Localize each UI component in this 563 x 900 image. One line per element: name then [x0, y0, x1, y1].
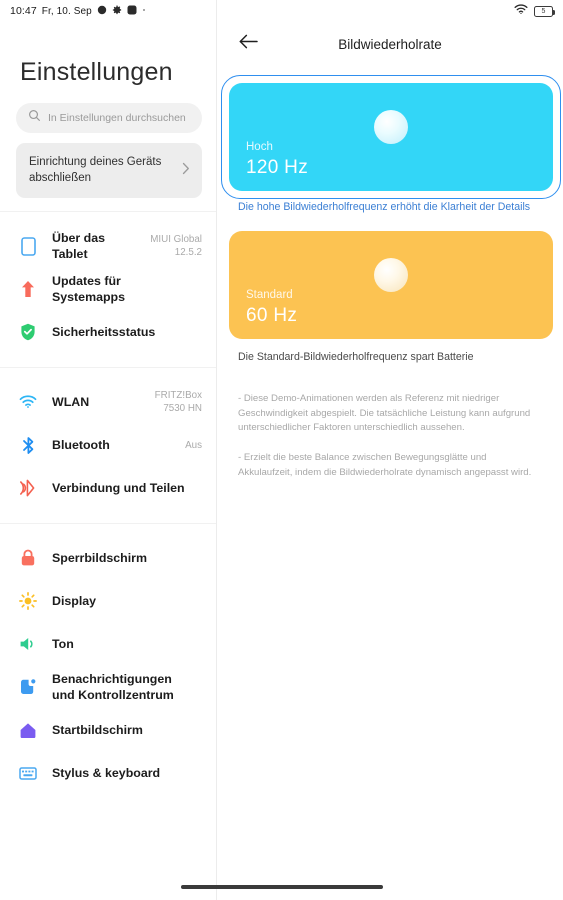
option-high-wrapper: Hoch 120 Hz	[221, 75, 561, 199]
option-rate-high: 120 Hz	[246, 157, 309, 178]
share-connection-icon	[18, 478, 38, 498]
sidebar-item-label: Updates für Systemapps	[52, 273, 126, 305]
sidebar-item-display[interactable]: Display	[0, 580, 216, 623]
sidebar-item-label: Verbindung und Teilen	[52, 480, 185, 495]
tablet-screen: 10:47 Fr, 10. Sep 5 Einstellungen In Ein…	[0, 0, 563, 900]
search-icon	[28, 109, 41, 127]
chevron-right-icon	[182, 162, 190, 178]
setup-device-card[interactable]: Einrichtung deines Geräts abschließen	[16, 143, 202, 198]
home-icon	[18, 720, 38, 740]
refresh-rate-option-standard[interactable]: Standard 60 Hz	[229, 231, 553, 340]
sidebar-group-network: WLAN FRITZ!Box 7530 HN Bluetooth Aus Ver…	[0, 381, 216, 510]
app-icon	[127, 5, 137, 18]
refresh-rate-options: Hoch 120 Hz Die hohe Bildwiederholfreque…	[217, 66, 563, 481]
brightness-icon	[18, 591, 38, 611]
option-rate-standard: 60 Hz	[246, 305, 298, 327]
home-indicator[interactable]	[180, 884, 383, 889]
shield-check-icon	[18, 322, 38, 342]
keyboard-icon	[18, 763, 38, 783]
settings-sidebar: Einstellungen In Einstellungen durchsuch…	[0, 0, 217, 900]
option-label-standard: Standard	[246, 289, 293, 302]
sidebar-divider	[0, 522, 216, 524]
refresh-rate-option-high[interactable]: Hoch 120 Hz	[229, 83, 553, 191]
sidebar-group-system: Sperrbildschirm Display Ton Benachrichti…	[0, 537, 216, 795]
speaker-icon	[18, 634, 38, 654]
sidebar-item-label: Startbildschirm	[52, 722, 143, 737]
sidebar-group-device: Über das Tablet MIUI Global 12.5.2 Updat…	[0, 225, 216, 354]
battery-level: 5	[541, 7, 546, 15]
bluetooth-icon	[18, 435, 38, 455]
main-topbar: Bildwiederholrate	[217, 22, 563, 66]
back-button[interactable]	[231, 27, 265, 61]
main-page-title: Bildwiederholrate	[338, 36, 442, 52]
lock-icon	[18, 548, 38, 568]
sidebar-item-home-screen[interactable]: Startbildschirm	[0, 709, 216, 752]
sidebar-item-label: Sicherheitsstatus	[52, 324, 156, 339]
option-standard-wrapper: Standard 60 Hz	[229, 231, 553, 340]
sidebar-item-security-status[interactable]: Sicherheitsstatus	[0, 311, 216, 354]
sidebar-item-label: Stylus & keyboard	[52, 765, 161, 780]
sidebar-item-about-tablet[interactable]: Über das Tablet MIUI Global 12.5.2	[0, 225, 216, 268]
option-caption-high: Die hohe Bildwiederholfrequenz erhöht di…	[238, 201, 531, 213]
option-label-high: Hoch	[246, 141, 273, 153]
search-input[interactable]: In Einstellungen durchsuchen	[16, 103, 202, 133]
gear-icon	[112, 5, 122, 18]
sidebar-item-notifications[interactable]: Benachrichtigungen und Kontrollzentrum	[0, 666, 216, 709]
arrow-left-icon	[239, 34, 258, 54]
animation-ball-standard	[374, 258, 408, 293]
dot-icon	[142, 5, 146, 18]
footnote: - Diese Demo-Animationen werden als Refe…	[238, 392, 531, 434]
moon-icon	[97, 5, 107, 18]
footnote: - Erzielt die beste Balance zwischen Bew…	[238, 452, 532, 479]
option-caption-standard: Die Standard-Bildwiederholfrequenz spart…	[238, 351, 474, 364]
sidebar-item-stylus-keyboard[interactable]: Stylus & keyboard	[0, 752, 216, 795]
notification-icon	[18, 677, 38, 697]
main-panel: Bildwiederholrate Hoch 120 Hz Die hohe B…	[217, 0, 563, 900]
sidebar-item-connection-sharing[interactable]: Verbindung und Teilen	[0, 467, 216, 510]
wifi-icon	[514, 2, 528, 20]
sidebar-item-label: Über das Tablet	[52, 230, 106, 262]
sidebar-item-label: Display	[52, 593, 97, 608]
battery-icon: 5	[534, 5, 556, 17]
wifi-icon	[18, 392, 38, 412]
arrow-up-icon	[18, 279, 38, 299]
sidebar-item-label: WLAN	[52, 394, 90, 409]
page-title: Einstellungen	[20, 58, 173, 86]
sidebar-item-value: FRITZ!Box 7530 HN	[154, 390, 202, 415]
status-date: Fr, 10. Sep	[41, 5, 92, 17]
sidebar-item-wlan[interactable]: WLAN FRITZ!Box 7530 HN	[0, 381, 216, 424]
sidebar-item-value: MIUI Global 12.5.2	[150, 234, 202, 259]
sidebar-item-label: Ton	[52, 636, 74, 651]
sidebar-item-sound[interactable]: Ton	[0, 623, 216, 666]
setup-device-label: Einrichtung deines Geräts abschließen	[29, 156, 162, 185]
status-time: 10:47	[10, 5, 37, 17]
search-placeholder: In Einstellungen durchsuchen	[48, 112, 186, 124]
sidebar-item-label: Bluetooth	[52, 437, 110, 452]
sidebar-item-value: Aus	[185, 439, 202, 451]
footnotes: - Diese Demo-Animationen werden als Refe…	[229, 366, 553, 481]
tablet-icon	[18, 236, 38, 256]
animation-ball-high	[374, 110, 408, 144]
status-bar-left: 10:47 Fr, 10. Sep	[10, 5, 146, 18]
sidebar-divider	[0, 366, 216, 368]
status-bar: 10:47 Fr, 10. Sep 5	[0, 0, 563, 22]
sidebar-item-system-app-updates[interactable]: Updates für Systemapps	[0, 268, 216, 311]
sidebar-item-label: Sperrbildschirm	[52, 550, 148, 565]
sidebar-item-lockscreen[interactable]: Sperrbildschirm	[0, 537, 216, 580]
sidebar-item-label: Benachrichtigungen und Kontrollzentrum	[52, 671, 174, 703]
sidebar-item-bluetooth[interactable]: Bluetooth Aus	[0, 424, 216, 467]
sidebar-divider	[0, 210, 216, 212]
status-bar-right: 5	[514, 2, 556, 20]
